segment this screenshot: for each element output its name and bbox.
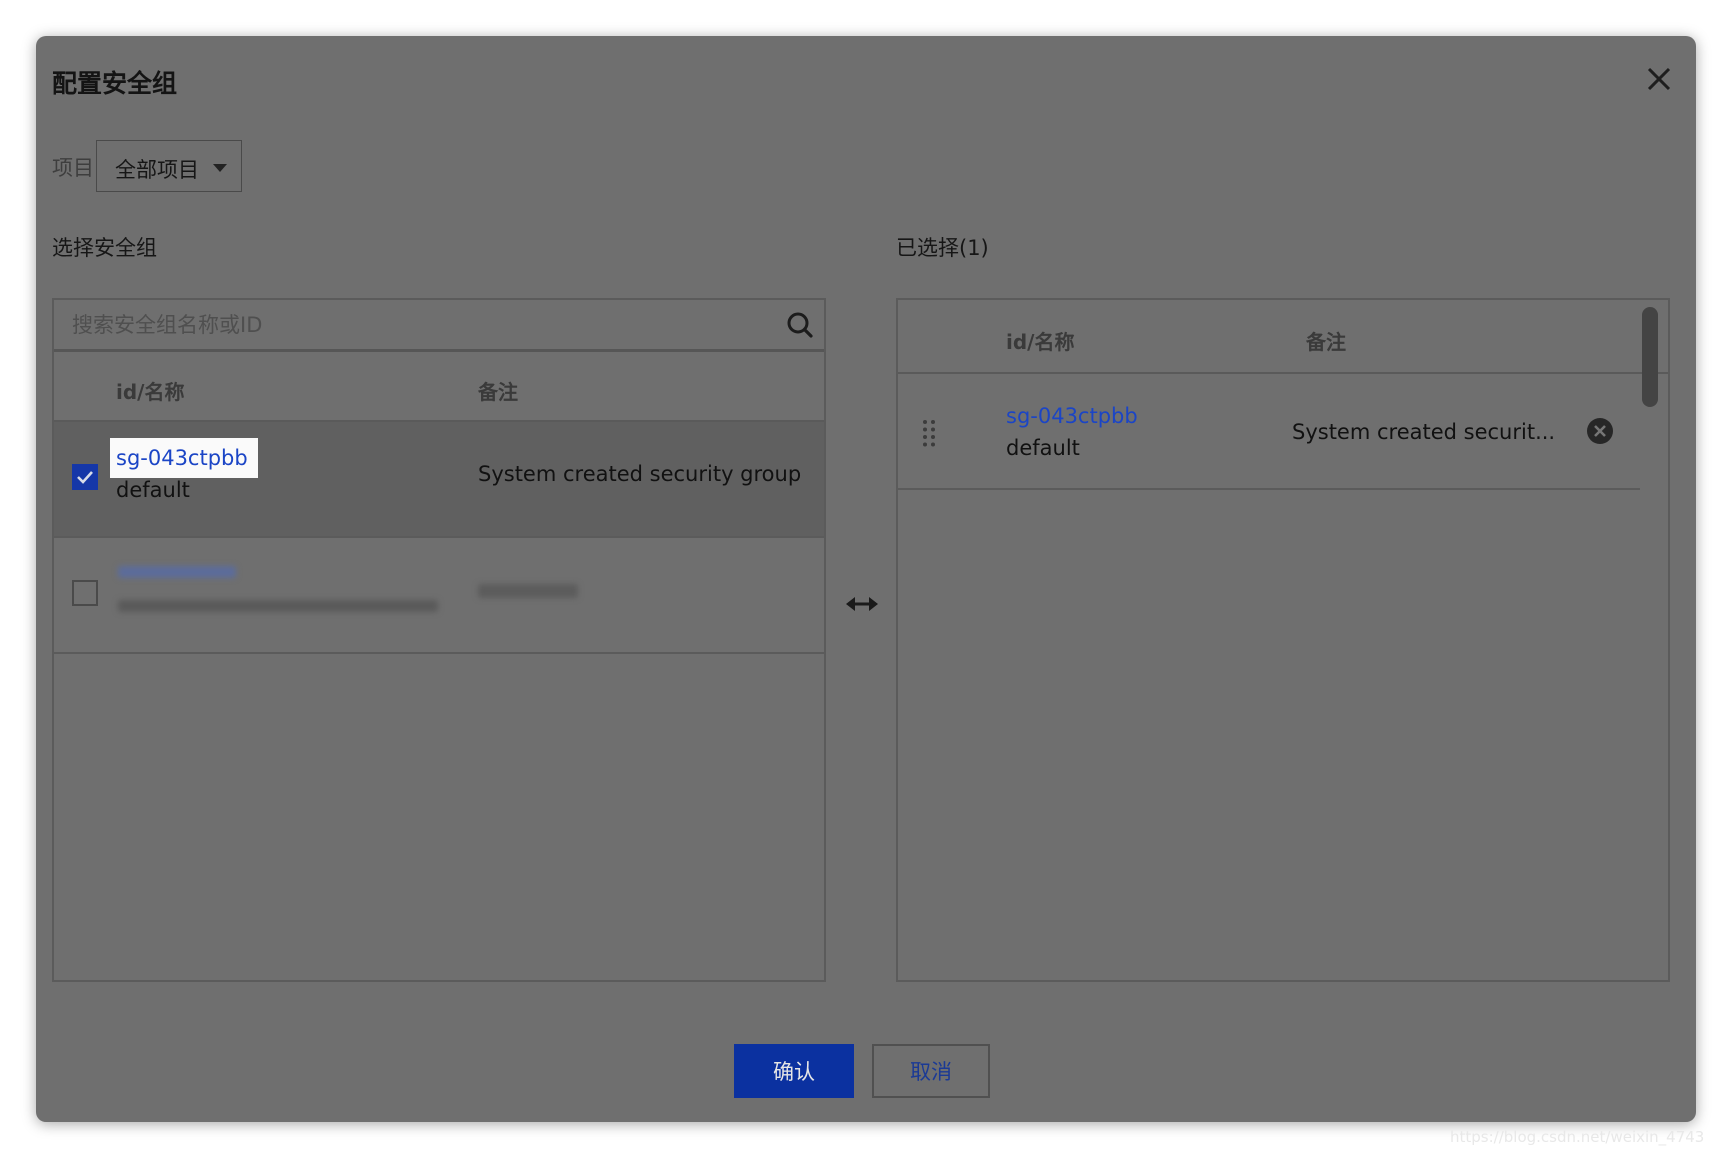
redacted-name bbox=[118, 600, 438, 612]
selected-groups-panel: id/名称 备注 sg-043ctpbb default System crea… bbox=[896, 298, 1670, 982]
search-icon[interactable] bbox=[786, 311, 814, 339]
dialog-title: 配置安全组 bbox=[52, 69, 178, 98]
project-select[interactable]: 全部项目 bbox=[96, 140, 242, 192]
group-remark: System created security group bbox=[478, 462, 802, 486]
project-label: 项目 bbox=[52, 156, 94, 180]
search-input[interactable] bbox=[54, 300, 754, 349]
row-checkbox[interactable] bbox=[72, 464, 98, 490]
bidirectional-arrow-icon bbox=[846, 597, 878, 611]
cancel-button[interactable]: 取消 bbox=[872, 1044, 990, 1098]
remove-circle-icon[interactable] bbox=[1586, 417, 1614, 445]
selected-group-remark: System created securit... bbox=[1292, 420, 1556, 444]
selected-group-id-link[interactable]: sg-043ctpbb bbox=[1006, 404, 1138, 428]
selected-section-label: 已选择(1) bbox=[896, 236, 989, 260]
redacted-remark bbox=[478, 584, 578, 598]
caret-down-icon bbox=[213, 164, 227, 172]
selected-group-name: default bbox=[1006, 436, 1080, 460]
table-header: id/名称 备注 bbox=[898, 300, 1668, 374]
selected-row: sg-043ctpbb default System created secur… bbox=[898, 374, 1640, 490]
table-row[interactable]: sg-043ctpbb default System created secur… bbox=[54, 422, 824, 538]
column-header-id: id/名称 bbox=[116, 380, 185, 404]
table-row[interactable] bbox=[54, 538, 824, 654]
group-id-link[interactable]: sg-043ctpbb bbox=[116, 446, 248, 470]
security-group-dialog: 配置安全组 项目 全部项目 选择安全组 已选择(1) id/名称 备注 bbox=[36, 36, 1696, 1122]
redacted-id bbox=[118, 566, 236, 578]
drag-handle-icon[interactable] bbox=[922, 418, 936, 448]
checkmark-icon bbox=[77, 471, 93, 484]
scrollbar-thumb[interactable] bbox=[1642, 307, 1658, 407]
watermark-text: https://blog.csdn.net/weixin_4743 bbox=[1450, 1128, 1705, 1146]
confirm-button[interactable]: 确认 bbox=[734, 1044, 854, 1098]
column-header-remark: 备注 bbox=[1306, 330, 1346, 354]
available-section-label: 选择安全组 bbox=[52, 236, 157, 260]
column-header-id: id/名称 bbox=[1006, 330, 1075, 354]
group-name: default bbox=[116, 478, 190, 502]
project-select-value: 全部项目 bbox=[115, 158, 199, 182]
search-box bbox=[54, 300, 824, 352]
column-header-remark: 备注 bbox=[478, 380, 518, 404]
close-icon[interactable] bbox=[1642, 62, 1676, 96]
table-header: id/名称 备注 bbox=[54, 352, 824, 422]
row-checkbox[interactable] bbox=[72, 580, 98, 606]
available-groups-panel: id/名称 备注 sg-043ctpbb default System crea… bbox=[52, 298, 826, 982]
